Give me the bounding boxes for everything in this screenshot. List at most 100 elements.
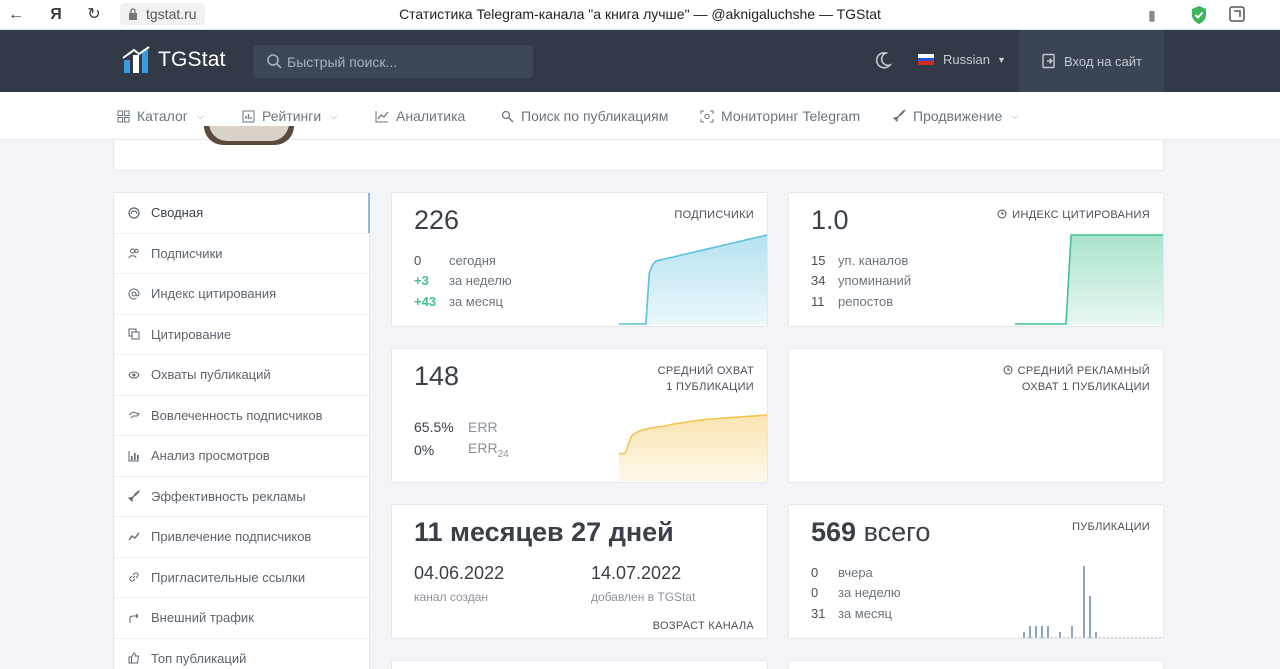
address-bar[interactable]: tgstat.ru [120,3,205,25]
sidebar: Сводная Подписчики Индекс цитирования Ци… [113,192,370,669]
created-label: канал создан [414,590,489,604]
sidebar-item-ad-efficiency[interactable]: Эффективность рекламы [114,477,369,517]
added-date: 14.07.2022 [591,563,682,583]
secondary-navbar: Каталог ⌵ Рейтинги ⌵ Аналитика Поиск по … [0,92,1280,140]
sidebar-item-citation-index[interactable]: Индекс цитирования [114,274,369,315]
citation-index-value: 1.0 [811,205,849,235]
avg-reach-card: 148 средний охват 1 публикации 65.5% ERR … [391,348,768,483]
stat-row: 34 упоминаний [811,271,911,292]
citation-index-label: индекс цитирования [1012,209,1150,221]
language-label: Russian [943,52,990,67]
chart-area [619,235,767,325]
chart-bar [1035,626,1037,638]
chart-area [619,415,767,481]
sidebar-item-reach[interactable]: Охваты публикаций [114,355,369,396]
sidebar-item-subscribers[interactable]: Подписчики [114,234,369,274]
next-card-right [788,660,1164,669]
sidebar-item-attraction[interactable]: Привлечение подписчиков [114,517,369,558]
chevron-down-icon: ▼ [996,54,1006,65]
shield-icon[interactable] [1189,5,1209,25]
channel-profile-card [113,126,1164,171]
sidebar-item-citing[interactable]: Цитирование [114,315,369,355]
ad-reach-card: средний рекламный охват 1 публикации [788,348,1164,483]
ad-reach-label: средний рекламный охват 1 публикации [1018,363,1150,395]
moon-icon[interactable] [873,50,893,70]
back-icon[interactable]: ← [6,5,26,25]
sidebar-item-label: Охваты публикаций [151,367,271,383]
stat-row: +3 за неделю [414,271,512,292]
citation-sparkline [1015,234,1163,325]
at-icon [128,288,140,300]
subscribers-label: подписчики [674,209,754,221]
sidebar-item-engagement[interactable]: Вовлеченность подписчиков [114,396,369,436]
logo-icon [122,46,150,73]
avg-reach-label-line1: средний охват [657,365,754,377]
grid-icon [117,110,130,122]
browser-toolbar: Статистика Telegram-канала "а книга лучш… [0,0,1280,30]
login-button[interactable]: Вход на сайт [1019,30,1164,92]
sidebar-item-external-traffic[interactable]: Внешний трафик [114,598,369,639]
subscribers-sparkline [619,234,767,325]
nav-post-search[interactable]: Поиск по публикациям [501,92,668,140]
publications-total-suffix: всего [863,517,931,547]
bookmark-icon[interactable]: ▮ [1142,5,1162,25]
sidebar-item-label: Индекс цитирования [151,286,277,302]
err-row: 65.5% ERR [414,415,509,438]
citation-index-label-wrap: индекс цитирования [997,207,1150,223]
stat-label: уп. каналов [838,252,909,268]
chart-bar [1071,626,1073,638]
nav-analytics[interactable]: Аналитика [375,92,465,140]
publications-barchart [1019,566,1163,638]
stat-value: 31 [811,605,826,621]
channel-age-card: 11 месяцев 27 дней 04.06.2022 канал созд… [391,504,768,639]
sidebar-item-label: Привлечение подписчиков [151,529,312,545]
nav-post-search-label: Поиск по публикациям [521,108,669,124]
stat-label: за неделю [838,585,901,601]
trend-icon [128,532,140,541]
login-label: Вход на сайт [1064,53,1142,69]
sidebar-item-invite-links[interactable]: Пригласительные ссылки [114,558,369,598]
publications-stats: 0 вчера 0 за неделю 31 за месяц [811,562,901,624]
chart-bar [1047,626,1049,638]
stat-value: 0 [414,252,422,268]
sidebar-item-label: Сводная [151,205,204,221]
users-icon [128,248,139,259]
refresh-icon[interactable]: ↻ [84,5,104,25]
chart-bar [1041,626,1043,638]
sidebar-item-label: Топ публикаций [151,650,247,666]
line-chart-icon [375,110,389,122]
next-card-left [391,660,768,669]
stat-label: репостов [838,293,894,309]
sidebar-item-summary[interactable]: Сводная [114,193,370,234]
ad-reach-label-line2: охват 1 публикации [1021,381,1150,393]
nav-catalog[interactable]: Каталог ⌵ [117,92,204,140]
extension-icon[interactable] [1228,5,1246,23]
sidebar-item-top-posts[interactable]: Топ публикаций [114,639,369,669]
added-label: добавлен в TGStat [591,590,696,604]
nav-monitoring[interactable]: Мониторинг Telegram [700,92,860,140]
logo[interactable]: TGStat [122,45,226,75]
language-selector[interactable]: Russian ▼ [918,52,1006,67]
quick-search[interactable] [253,45,533,78]
sidebar-item-views-analysis[interactable]: Анализ просмотров [114,436,369,477]
avatar [204,126,294,145]
bars-icon [128,450,139,462]
reach-sparkline [619,414,767,481]
chart-bar [1059,632,1061,638]
stat-label: за месяц [449,293,503,309]
copy-icon [128,328,140,340]
err-row: 0% ERR24 [414,438,509,461]
stat-value: 11 [811,293,825,309]
url-text: tgstat.ru [146,6,197,22]
nav-promotion[interactable]: Продвижение ⌵ [892,92,1018,140]
added-date-block: 14.07.2022 добавлен в TGStat [591,563,695,604]
hand-icon [128,411,140,419]
search-input[interactable] [287,45,527,78]
stat-value: +43 [414,293,437,309]
sidebar-item-label: Внешний трафик [151,610,254,626]
citation-stats: 15 уп. каналов 34 упоминаний 11 репостов [811,250,911,312]
yandex-icon[interactable]: Я [46,5,66,25]
created-date-block: 04.06.2022 канал создан [414,563,504,604]
nav-catalog-label: Каталог [137,108,188,124]
chart-bar [1083,566,1085,638]
